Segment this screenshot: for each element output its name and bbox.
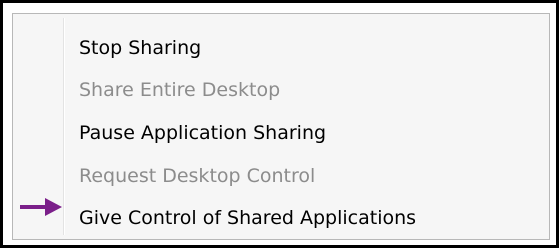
menu-item-request-desktop-control: Request Desktop Control: [79, 165, 316, 187]
menu-icon-gutter-highlight: [64, 18, 65, 235]
menu-item-pause-application-sharing[interactable]: Pause Application Sharing: [79, 113, 539, 153]
screenshot-frame: Stop Sharing Share Entire Desktop Pause …: [0, 0, 559, 248]
right-arrow-icon: [20, 198, 62, 216]
menu-item-give-control-of-shared-applications[interactable]: Give Control of Shared Applications: [79, 198, 539, 238]
context-menu: Stop Sharing Share Entire Desktop Pause …: [12, 13, 550, 240]
menu-item-share-entire-desktop: Share Entire Desktop: [79, 79, 281, 101]
menu-item-stop-sharing[interactable]: Stop Sharing: [79, 28, 539, 68]
